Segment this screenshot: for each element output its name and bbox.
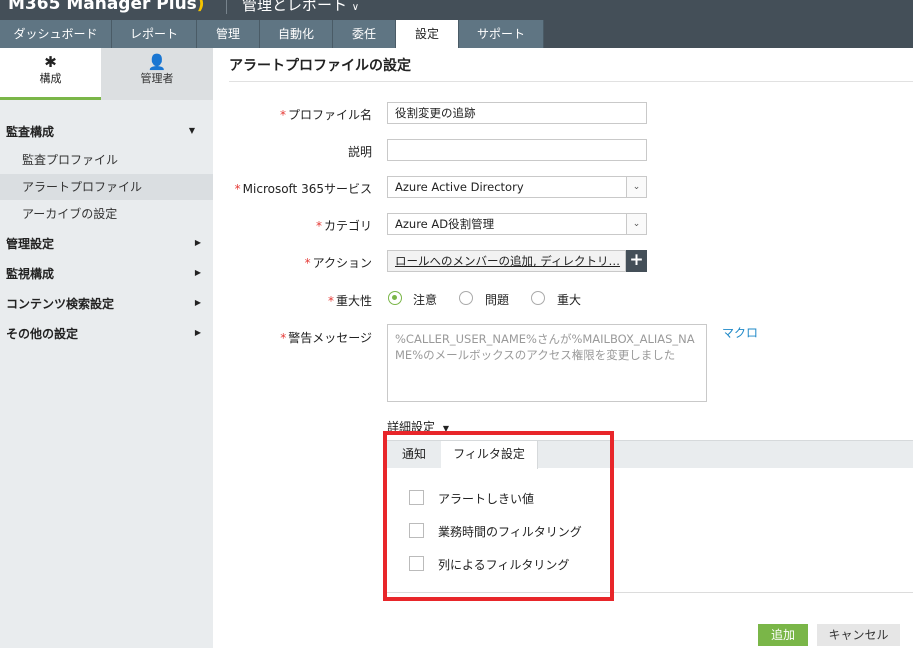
severity-option-label: 注意 [413, 293, 438, 307]
module-switcher[interactable]: 管理とレポート ∨ [242, 0, 359, 15]
required-icon: * [279, 108, 286, 122]
sidebar: ✱ 構成 👤 管理者 監査構成 ▼ 監査プロファイル アラートプロファイル アーカイブ… [0, 48, 213, 648]
subtab-label: 管理者 [140, 72, 174, 85]
subtab-admins[interactable]: 👤 管理者 [101, 48, 213, 100]
sidebar-section-admin-settings[interactable]: 管理設定 ▶ [6, 235, 213, 252]
tab-automation[interactable]: 自動化 [260, 20, 333, 48]
divider [229, 81, 913, 82]
category-select[interactable]: Azure AD役割管理 ⌄ [387, 213, 647, 235]
section-label: その他の設定 [6, 327, 79, 341]
severity-radio-caution[interactable] [388, 291, 402, 305]
severity-option-label: 問題 [485, 293, 510, 307]
sidebar-item-alert-profile[interactable]: アラートプロファイル [0, 174, 213, 200]
divider [226, 0, 227, 14]
required-icon: * [234, 182, 241, 196]
sidebar-item-archive-settings[interactable]: アーカイブの設定 [0, 201, 213, 227]
profile-name-input[interactable]: 役割変更の追跡 [387, 102, 647, 124]
top-bar: M365 Manager Plus) 管理とレポート ∨ [0, 0, 913, 20]
plus-icon: + [629, 250, 644, 270]
subtab-configuration[interactable]: ✱ 構成 [0, 48, 101, 100]
label-text: 警告メッセージ [288, 331, 372, 345]
tab-management[interactable]: 管理 [197, 20, 260, 48]
description-label: 説明 [347, 145, 372, 159]
tab-dashboard[interactable]: ダッシュボード [0, 20, 112, 48]
label-text: カテゴリ [323, 219, 372, 233]
sidebar-section-monitoring[interactable]: 監視構成 ▶ [6, 265, 213, 282]
label-text: Microsoft 365サービス [242, 182, 372, 196]
section-label: 管理設定 [6, 237, 55, 251]
logo-moon-icon: ) [196, 0, 205, 14]
profile-name-label: * プロファイル名 [280, 106, 372, 123]
section-label: 監査構成 [6, 125, 55, 139]
service-value: Azure Active Directory [395, 180, 524, 194]
chevron-down-icon: ∨ [351, 2, 360, 13]
severity-label: * 重大性 [328, 292, 372, 309]
message-label: * 警告メッセージ [280, 329, 372, 346]
severity-radio-problem[interactable] [459, 291, 473, 305]
brand-name: M365 Manager Plus [8, 0, 197, 14]
gear-icon: ✱ [44, 53, 57, 71]
category-value: Azure AD役割管理 [395, 217, 495, 231]
tab-support[interactable]: サポート [459, 20, 544, 48]
caret-down-icon: ▼ [188, 126, 195, 135]
message-textarea[interactable]: %CALLER_USER_NAME%さんが%MAILBOX_ALIAS_NAME… [387, 324, 707, 402]
module-label: 管理とレポート [242, 0, 348, 14]
chevron-down-icon: ⌄ [626, 214, 646, 234]
sidebar-section-other[interactable]: その他の設定 ▶ [6, 325, 213, 342]
tab-settings[interactable]: 設定 [396, 20, 459, 48]
description-input[interactable] [387, 139, 647, 161]
required-icon: * [315, 219, 322, 233]
required-icon: * [327, 294, 334, 308]
add-action-button[interactable]: + [626, 250, 647, 272]
section-label: コンテンツ検索設定 [6, 297, 115, 311]
highlight-box [383, 431, 614, 601]
sidebar-section-content-search[interactable]: コンテンツ検索設定 ▶ [6, 295, 213, 312]
severity-option-label: 重大 [557, 293, 582, 307]
label-text: アクション [312, 256, 372, 270]
label-text: プロファイル名 [287, 108, 372, 122]
caret-right-icon: ▶ [194, 268, 201, 277]
caret-right-icon: ▶ [194, 328, 201, 337]
sidebar-item-audit-profile[interactable]: 監査プロファイル [0, 147, 213, 173]
category-label: * カテゴリ [316, 217, 372, 234]
main-tabs: ダッシュボード レポート 管理 自動化 委任 設定 サポート [0, 20, 913, 48]
subtab-label: 構成 [39, 72, 62, 85]
cancel-button[interactable]: キャンセル [817, 624, 900, 646]
caret-right-icon: ▶ [194, 298, 201, 307]
action-field[interactable]: ロールへのメンバーの追加, ディレクトリ… [387, 250, 626, 272]
sidebar-section-audit[interactable]: 監査構成 ▼ [6, 123, 207, 140]
caret-right-icon: ▶ [194, 238, 201, 247]
page-title: アラートプロファイルの設定 [229, 58, 411, 74]
action-label: * アクション [305, 254, 372, 271]
chevron-down-icon: ⌄ [626, 177, 646, 197]
label-text: 重大性 [335, 294, 372, 308]
brand-logo[interactable]: M365 Manager Plus) [8, 0, 205, 14]
add-button[interactable]: 追加 [758, 624, 808, 646]
user-icon: 👤 [147, 53, 167, 71]
service-label: * Microsoft 365サービス [235, 180, 372, 197]
severity-radio-critical[interactable] [531, 291, 545, 305]
section-label: 監視構成 [6, 267, 55, 281]
tab-reports[interactable]: レポート [112, 20, 197, 48]
required-icon: * [304, 256, 311, 270]
macro-link[interactable]: マクロ [722, 324, 758, 341]
service-select[interactable]: Azure Active Directory ⌄ [387, 176, 647, 198]
tab-delegation[interactable]: 委任 [333, 20, 396, 48]
required-icon: * [280, 331, 287, 345]
